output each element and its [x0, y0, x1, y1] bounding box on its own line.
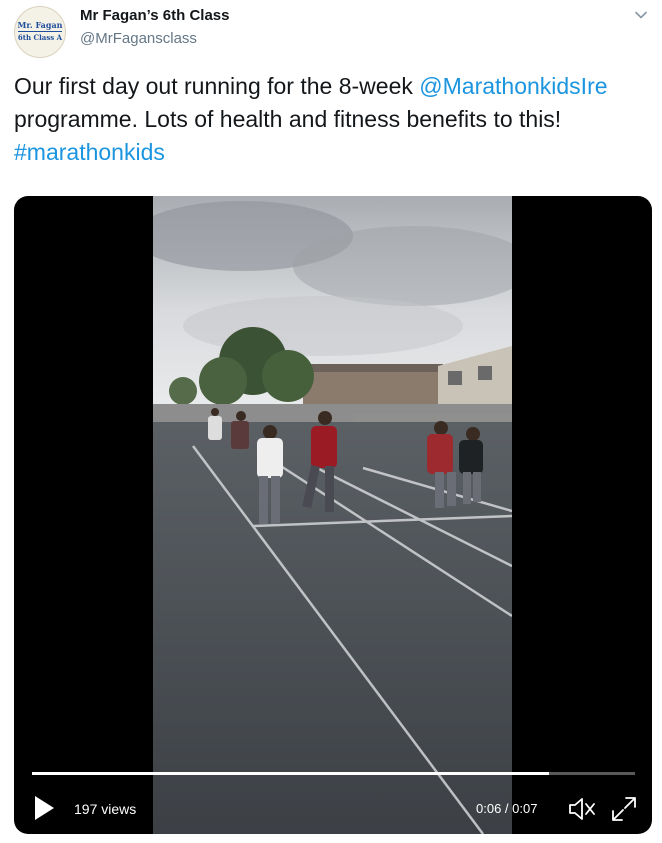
tweet-text-part2: programme. Lots of health and fitness be…: [14, 106, 562, 132]
tweet-text-part1: Our first day out running for the 8-week: [14, 73, 420, 99]
avatar-text-line1: Mr. Fagan: [17, 19, 63, 30]
hashtag-link[interactable]: #marathonkids: [14, 139, 165, 165]
progress-bar[interactable]: [32, 772, 635, 775]
avatar[interactable]: Mr. Fagan 6th Class A: [14, 6, 66, 58]
author-name[interactable]: Mr Fagan’s 6th Class: [80, 7, 230, 24]
video-frame[interactable]: [153, 196, 512, 834]
progress-fill: [32, 772, 549, 775]
chevron-down-icon[interactable]: [632, 6, 650, 24]
fullscreen-expand-icon[interactable]: [610, 795, 638, 823]
video-player[interactable]: 197 views 0:06 / 0:07: [14, 196, 652, 834]
mention-link[interactable]: @MarathonkidsIre: [419, 73, 607, 99]
avatar-text-line2: 6th Class A: [17, 31, 63, 43]
author-handle[interactable]: @MrFagansclass: [80, 30, 197, 47]
volume-muted-icon[interactable]: [567, 795, 597, 823]
video-time: 0:06 / 0:07: [476, 801, 538, 816]
tweet-text: Our first day out running for the 8-week…: [14, 70, 644, 169]
view-count: 197 views: [74, 801, 137, 817]
play-icon[interactable]: [32, 794, 56, 822]
